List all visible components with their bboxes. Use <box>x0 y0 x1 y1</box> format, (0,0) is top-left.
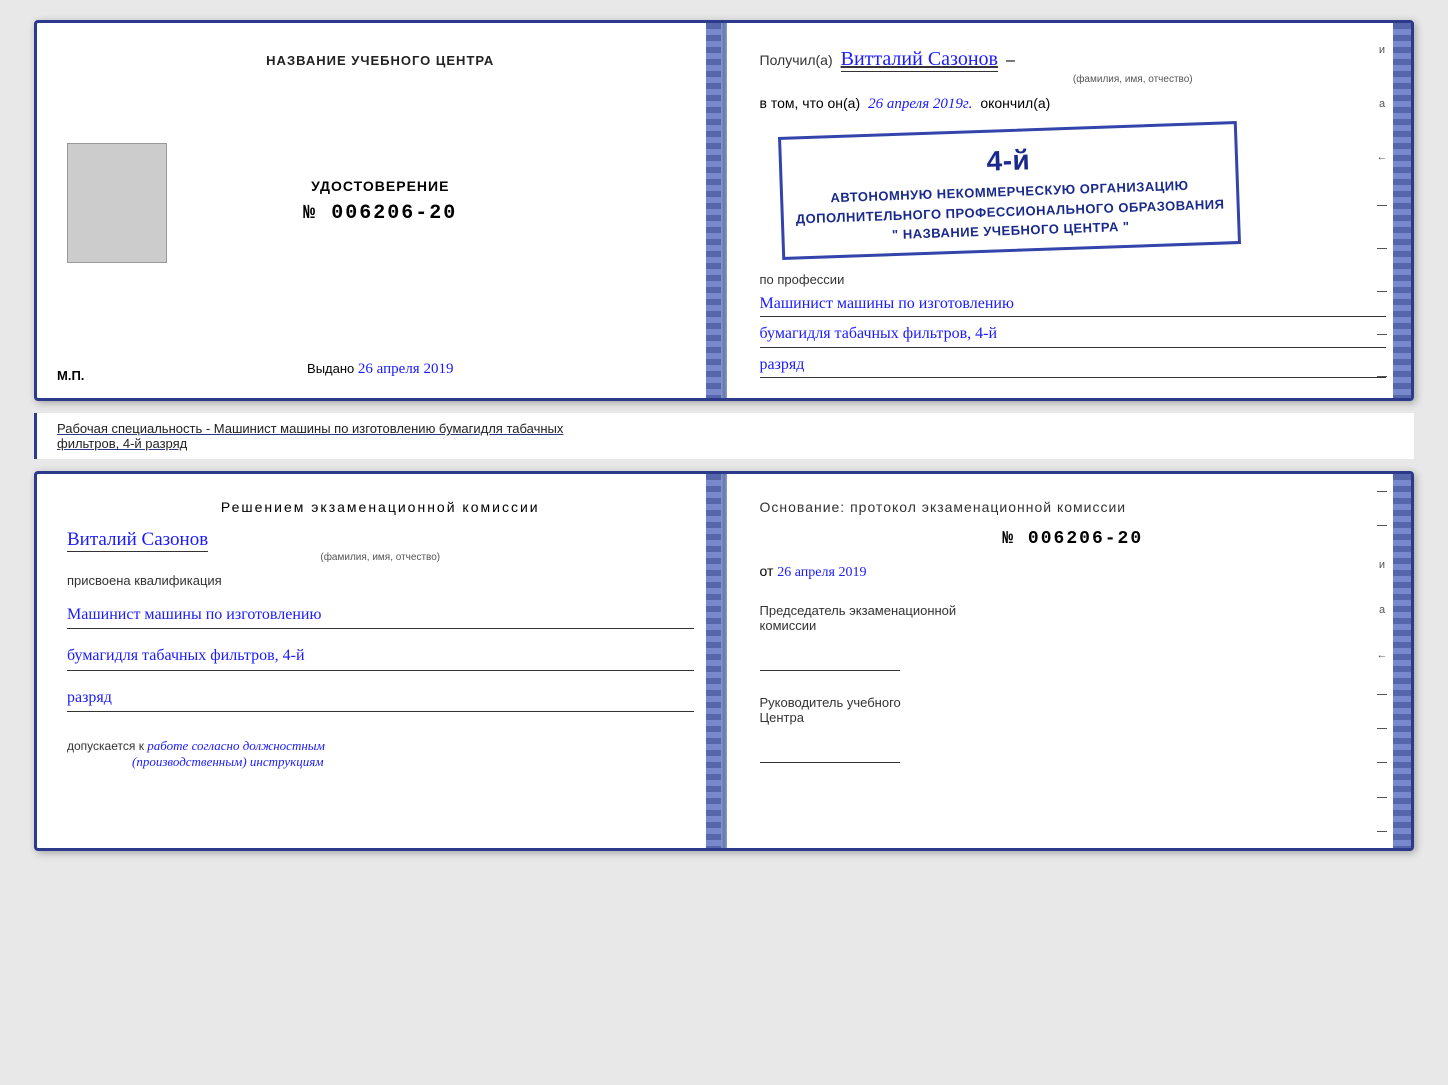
vtom-label: в том, что он(а) <box>760 95 861 111</box>
right-stripe-decoration <box>706 23 724 398</box>
dash4 <box>1377 334 1387 335</box>
dash2 <box>1377 248 1387 249</box>
cert-number-section: УДОСТОВЕРЕНИЕ № 006206-20 <box>303 178 457 225</box>
bottom-certificate-book: Решением экзаменационной комиссии Витали… <box>34 471 1414 851</box>
bottom-recipient-block: Виталий Сазонов (фамилия, имя, отчество) <box>67 525 694 563</box>
profession-label: по профессии <box>760 272 1387 287</box>
document-wrapper: НАЗВАНИЕ УЧЕБНОГО ЦЕНТРА УДОСТОВЕРЕНИЕ №… <box>34 20 1414 851</box>
bottom-side-marks: и а ← <box>1375 474 1389 848</box>
profession-line1: Машинист машины по изготовлению <box>760 291 1387 318</box>
side-marks-right: и а ← <box>1375 23 1389 398</box>
profession-line3: разряд <box>760 352 1387 379</box>
qualification-line2: бумагидля табачных фильтров, 4-й <box>67 642 694 670</box>
allowed-text-block: допускается к работе согласно должностны… <box>67 738 694 770</box>
chairman-signature-line <box>760 653 900 671</box>
bottom-right-page: Основание: протокол экзаменационной коми… <box>725 474 1412 848</box>
cert-number: № 006206-20 <box>303 202 457 225</box>
mark-arrow: ← <box>1377 151 1388 163</box>
bdash5 <box>1377 762 1387 763</box>
issued-date: 26 апреля 2019 <box>358 361 454 377</box>
info-bar: Рабочая специальность - Машинист машины … <box>34 413 1414 459</box>
mark-a: а <box>1379 98 1385 110</box>
mark-i: и <box>1379 44 1385 56</box>
dash5 <box>1377 376 1387 377</box>
bottom-left-page: Решением экзаменационной комиссии Витали… <box>37 474 725 848</box>
completed-date: 26 апреля 2019г. <box>868 96 972 113</box>
recipient-name: Витталий Сазонов <box>841 48 998 72</box>
allowed-handwritten: работе согласно должностным <box>147 738 325 753</box>
protocol-number: № 006206-20 <box>760 529 1387 549</box>
info-label2: фильтров, 4-й разряд <box>57 436 187 451</box>
bmark-a: а <box>1379 604 1385 616</box>
photo-placeholder <box>67 143 167 263</box>
dash3 <box>1377 291 1387 292</box>
qualification-line3: разряд <box>67 684 694 712</box>
recipient-label: Получил(а) <box>760 52 833 68</box>
bdash7 <box>1377 831 1387 832</box>
bdash1 <box>1377 491 1387 492</box>
issued-line: Выдано 26 апреля 2019 <box>307 361 453 378</box>
bmark-arrow: ← <box>1377 649 1388 661</box>
mp-label: М.П. <box>57 368 84 383</box>
decision-title: Решением экзаменационной комиссии <box>67 499 694 515</box>
recipient-line: Получил(а) Витталий Сазонов – <box>760 48 1387 72</box>
bottom-recipient-sublabel: (фамилия, имя, отчество) <box>67 552 694 563</box>
allowed-label: допускается к <box>67 739 144 753</box>
bdash2 <box>1377 525 1387 526</box>
bottom-recipient-name: Виталий Сазонов <box>67 529 208 552</box>
issued-label: Выдано <box>307 361 354 376</box>
stamp-block: 4-й АВТОНОМНУЮ НЕКОММЕРЧЕСКУЮ ОРГАНИЗАЦИ… <box>778 121 1241 259</box>
bmark-i: и <box>1379 559 1385 571</box>
chairman-label: Председатель экзаменационной комиссии <box>760 603 1387 633</box>
bdash3 <box>1377 694 1387 695</box>
head-signature-line <box>760 745 900 763</box>
dash-symbol: – <box>1006 52 1015 70</box>
qualification-line1: Машинист машины по изготовлению <box>67 601 694 629</box>
head-label: Руководитель учебного Центра <box>760 695 1387 725</box>
completed-label: окончил(а) <box>980 95 1050 111</box>
recipient-sublabel: (фамилия, имя, отчество) <box>880 74 1387 85</box>
side-stripe-bottom-right <box>1393 474 1411 848</box>
right-stripe-right-decoration <box>1393 23 1411 398</box>
top-left-title: НАЗВАНИЕ УЧЕБНОГО ЦЕНТРА <box>266 53 494 68</box>
protocol-date: 26 апреля 2019 <box>777 565 866 580</box>
date-prefix: от <box>760 563 774 579</box>
top-left-page: НАЗВАНИЕ УЧЕБНОГО ЦЕНТРА УДОСТОВЕРЕНИЕ №… <box>37 23 725 398</box>
basis-label: Основание: протокол экзаменационной коми… <box>760 499 1387 515</box>
cert-label: УДОСТОВЕРЕНИЕ <box>303 178 457 194</box>
top-certificate-book: НАЗВАНИЕ УЧЕБНОГО ЦЕНТРА УДОСТОВЕРЕНИЕ №… <box>34 20 1414 401</box>
protocol-date-line: от 26 апреля 2019 <box>760 563 1387 581</box>
top-right-page: Получил(а) Витталий Сазонов – (фамилия, … <box>725 23 1412 398</box>
bdash4 <box>1377 728 1387 729</box>
dash1 <box>1377 205 1387 206</box>
side-stripe-bottom-left <box>706 474 724 848</box>
allowed-handwritten2: (производственным) инструкциям <box>132 754 324 769</box>
bdash6 <box>1377 797 1387 798</box>
stamp-area: 4-й АВТОНОМНУЮ НЕКОММЕРЧЕСКУЮ ОРГАНИЗАЦИ… <box>760 119 1387 262</box>
vtom-line: в том, что он(а) 26 апреля 2019г. окончи… <box>760 95 1387 113</box>
assigned-label: присвоена квалификация <box>67 573 694 588</box>
profession-line2: бумагидля табачных фильтров, 4-й <box>760 321 1387 348</box>
info-label: Рабочая специальность - Машинист машины … <box>57 421 563 436</box>
